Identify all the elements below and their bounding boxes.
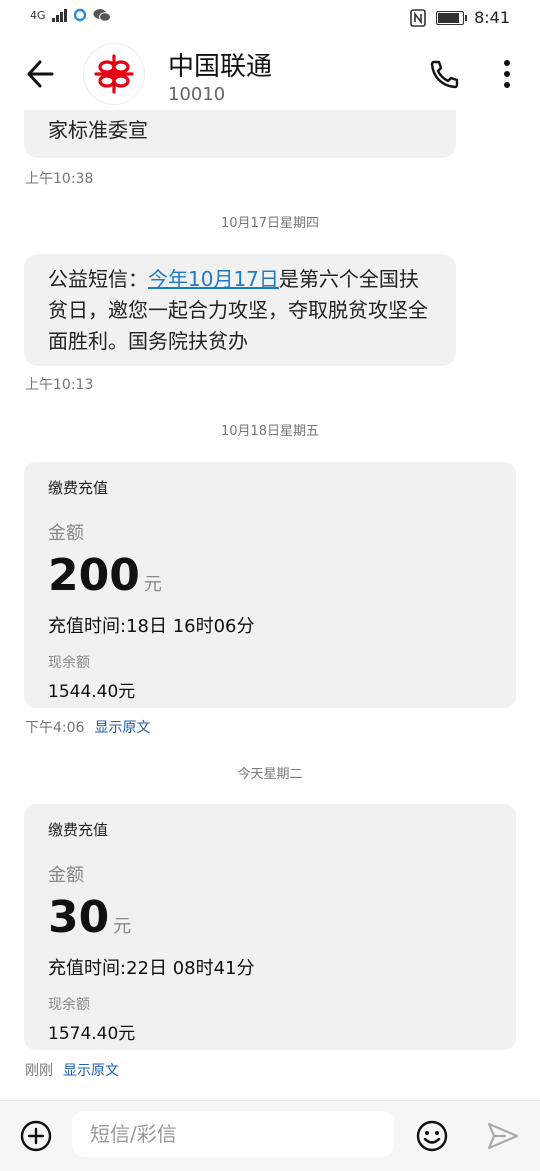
compose-bar: [0, 1100, 540, 1171]
status-time: 8:41: [474, 8, 510, 27]
network-type: 4G: [30, 8, 46, 22]
message-text: 相贫易，节省人民生活。市场监督总局、国家标准委宣: [48, 110, 428, 142]
recharge-card[interactable]: 缴费充值 金额 30 元 充值时间:22日 08时41分 现余额 1574.40…: [24, 804, 516, 1050]
wechat-icon: [93, 9, 111, 22]
message-list[interactable]: 相贫易，节省人民生活。市场监督总局、国家标准委宣 上午10:38 10月17日星…: [0, 110, 540, 1100]
more-vertical-icon[interactable]: [494, 56, 520, 92]
message-time: 下午4:06: [25, 720, 85, 736]
send-icon[interactable]: [486, 1121, 520, 1151]
date-link[interactable]: 今年10月17日: [148, 267, 279, 291]
app-notification-icon: [73, 8, 86, 22]
phone-icon[interactable]: [424, 56, 464, 92]
nfc-icon: [410, 8, 426, 27]
message-input[interactable]: [72, 1111, 394, 1157]
date-separator: 10月18日星期五: [220, 424, 320, 439]
emoji-icon[interactable]: [416, 1120, 448, 1152]
balance-label: 现余额: [48, 997, 90, 1013]
contact-name: 中国联通: [168, 52, 273, 82]
message-bubble[interactable]: 相贫易，节省人民生活。市场监督总局、国家标准委宣: [24, 110, 456, 158]
battery-icon: [436, 10, 468, 25]
message-time: 刚刚: [25, 1063, 53, 1079]
balance-value: 1574.40元: [48, 1024, 136, 1044]
amount-unit: 元: [113, 916, 132, 937]
recharge-time: 充值时间:22日 08时41分: [48, 958, 255, 979]
amount-value: 200: [48, 550, 140, 601]
date-separator: 今天星期二: [237, 767, 303, 782]
contact-avatar[interactable]: [84, 44, 144, 104]
amount-label: 金额: [48, 865, 84, 886]
recharge-card[interactable]: 缴费充值 金额 200 元 充值时间:18日 16时06分 现余额 1544.4…: [24, 462, 516, 708]
plus-circle-icon[interactable]: [20, 1120, 52, 1152]
amount-value: 30: [48, 892, 110, 943]
amount-unit: 元: [143, 574, 162, 595]
contact-number: 10010: [168, 84, 226, 105]
message-prefix: 公益短信：: [48, 267, 148, 291]
card-title: 缴费充值: [48, 821, 109, 839]
message-bubble[interactable]: 公益短信：今年10月17日是第六个全国扶贫日，邀您一起合力攻坚，夺取脱贫攻坚全面…: [24, 254, 456, 366]
china-unicom-logo: [94, 54, 134, 94]
recharge-time: 充值时间:18日 16时06分: [48, 616, 255, 637]
amount-label: 金额: [48, 523, 84, 544]
conversation-header: 中国联通 10010: [0, 36, 540, 110]
show-original-link[interactable]: 显示原文: [63, 1063, 119, 1079]
message-time: 上午10:38: [25, 171, 94, 187]
balance-label: 现余额: [48, 655, 90, 671]
show-original-link[interactable]: 显示原文: [94, 720, 150, 736]
balance-value: 1544.40元: [48, 682, 136, 702]
status-bar: 4G 8:41: [0, 0, 540, 36]
card-title: 缴费充值: [48, 479, 109, 497]
signal-icon: [51, 8, 67, 22]
date-separator: 10月17日星期四: [220, 216, 320, 231]
back-button[interactable]: [22, 56, 62, 92]
message-time: 上午10:13: [25, 377, 94, 393]
